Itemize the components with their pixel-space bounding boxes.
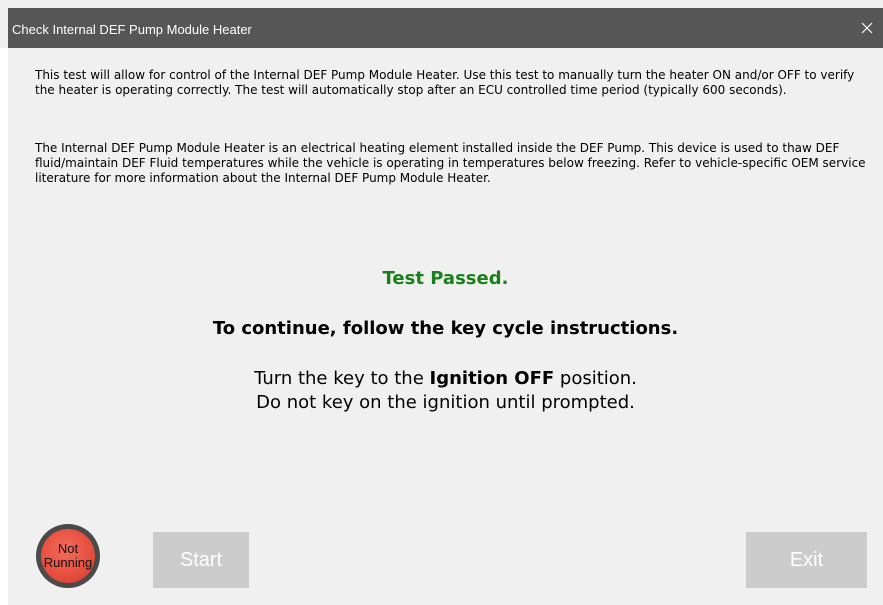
title-bar[interactable]: Check Internal DEF Pump Module Heater	[8, 8, 883, 48]
continue-instruction: To continue, follow the key cycle instru…	[212, 318, 679, 339]
exit-button[interactable]: Exit	[746, 532, 867, 588]
window-title: Check Internal DEF Pump Module Heater	[12, 22, 252, 37]
dialog-content: This test will allow for control of the …	[8, 48, 883, 605]
start-button[interactable]: Start	[153, 532, 249, 588]
close-button[interactable]	[851, 8, 883, 48]
description-paragraph-2: The Internal DEF Pump Module Heater is a…	[35, 141, 866, 185]
status-lamp-line-2: Running	[43, 555, 93, 570]
running-status-indicator: Not Running	[36, 524, 100, 588]
description-paragraph-1: This test will allow for control of the …	[35, 68, 855, 97]
status-lamp-line-1: Not	[57, 541, 79, 556]
test-result-status: Test Passed.	[382, 268, 509, 289]
dialog-window: Check Internal DEF Pump Module Heater Th…	[0, 0, 883, 605]
key-instruction-suffix: position.	[554, 368, 637, 389]
key-instruction-prefix: Turn the key to the	[254, 368, 430, 389]
key-instruction-line-2: Do not key on the ignition until prompte…	[256, 392, 635, 413]
status-lamp-light: Not Running	[41, 529, 95, 583]
key-instruction-emphasis: Ignition OFF	[429, 368, 555, 389]
close-icon	[861, 22, 873, 34]
key-instruction-line-1: Turn the key to the Ignition OFF positio…	[8, 368, 883, 390]
window-left-edge	[0, 48, 8, 605]
